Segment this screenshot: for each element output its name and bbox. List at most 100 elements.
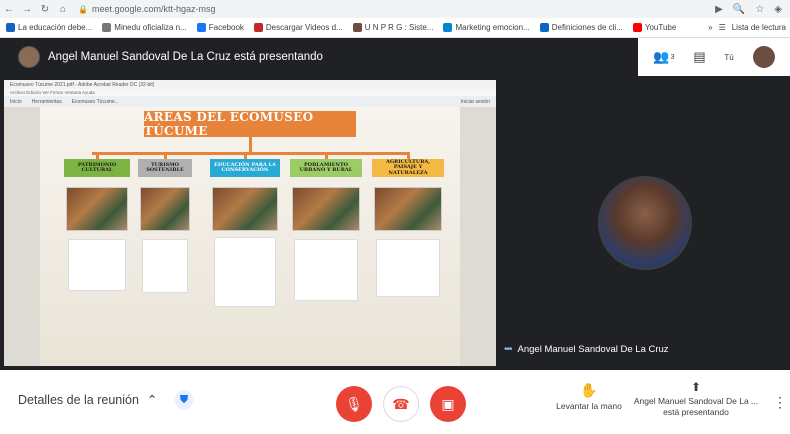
bookmark-label: La educación debe...	[18, 23, 93, 32]
participant-video-tile[interactable]	[598, 176, 692, 270]
home-icon[interactable]: ⌂	[54, 4, 72, 15]
bookmark-label: Minedu oficializa n...	[114, 23, 187, 32]
bookmark-item[interactable]: Definiciones de cli...	[539, 23, 623, 32]
slide-title: ÁREAS DEL ECOMUSEO TÚCUME	[144, 110, 356, 138]
camera-off-icon: ▣	[441, 395, 455, 412]
presenting-button[interactable]: ⬆ Angel Manuel Sandoval De La ... está p…	[632, 380, 760, 418]
forward-icon[interactable]: →	[18, 4, 36, 15]
meeting-details-label: Detalles de la reunión	[18, 392, 139, 407]
shared-tool-tab: Inicio	[10, 98, 22, 105]
participant-name: ••• Angel Manuel Sandoval De La Cruz	[504, 344, 669, 355]
bookmark-favicon-icon	[102, 23, 112, 32]
bookmark-label: Definiciones de cli...	[551, 23, 623, 32]
address-bar[interactable]: 🔒 meet.google.com/ktt-hgaz-msg	[78, 4, 216, 14]
browser-toolbar: ← → ↻ ⌂ 🔒 meet.google.com/ktt-hgaz-msg ▶…	[0, 0, 790, 18]
area-photo-collage	[212, 187, 278, 231]
star-icon[interactable]: ☆	[755, 4, 764, 15]
bookmark-item[interactable]: Marketing emocion...	[443, 23, 530, 32]
bookmarks-bar: La educación debe... Minedu oficializa n.…	[0, 18, 790, 38]
bookmark-item[interactable]: Minedu oficializa n...	[102, 23, 187, 32]
bookmark-item[interactable]: La educación debe...	[6, 23, 92, 32]
slide: ÁREAS DEL ECOMUSEO TÚCUME PATRIMONIO CUL…	[40, 107, 460, 366]
bookmark-favicon-icon	[539, 23, 549, 32]
lock-icon: 🔒	[78, 4, 88, 14]
org-connector	[249, 137, 252, 153]
area-category: AGRICULTURA, PAISAJE Y NATURALEZA	[372, 159, 444, 177]
bookmark-favicon-icon	[253, 23, 263, 32]
more-bookmarks-icon[interactable]: »	[708, 23, 712, 32]
present-screen-icon: ⬆	[690, 380, 702, 394]
bookmark-favicon-icon	[352, 23, 362, 32]
reading-list-label[interactable]: Lista de lectura	[732, 23, 786, 32]
leave-call-button[interactable]: ☎	[383, 386, 419, 422]
self-video-thumbnail[interactable]	[752, 46, 775, 68]
shared-tool-tab: Herramientas	[31, 98, 62, 105]
participants-button[interactable]: 👥 3	[653, 49, 674, 65]
microphone-off-button[interactable]: 🎙	[336, 386, 372, 422]
extension-icon[interactable]: ◈	[774, 4, 782, 15]
chat-button[interactable]: ▤	[693, 49, 705, 65]
meeting-stage: Angel Manuel Sandoval De La Cruz está pr…	[0, 38, 790, 370]
audio-indicator-icon: •••	[504, 344, 512, 355]
chevron-up-icon: ⌃	[146, 393, 158, 407]
raise-hand-button[interactable]: ✋ Levantar la mano	[553, 382, 625, 411]
area-category: EDUCACIÓN PARA LA CONSERVACIÓN	[210, 159, 280, 177]
participant-count: 3	[670, 53, 675, 61]
screen: ← → ↻ ⌂ 🔒 meet.google.com/ktt-hgaz-msg ▶…	[0, 0, 790, 434]
org-connector	[92, 152, 408, 155]
people-icon: 👥	[653, 49, 670, 64]
area-photo-collage	[374, 187, 442, 231]
bookmark-item[interactable]: YouTube	[632, 23, 677, 32]
bookmark-item[interactable]: U N P R G : Siste...	[352, 23, 434, 32]
bookmark-favicon-icon	[632, 23, 642, 32]
you-label: Tú	[724, 52, 734, 62]
area-category: TURISMO SOSTENIBLE	[138, 159, 192, 177]
area-category: PATRIMONIO CULTURAL	[64, 159, 130, 177]
bookmark-label: Marketing emocion...	[455, 23, 530, 32]
area-item-list	[214, 237, 276, 307]
presenting-label-line1: Angel Manuel Sandoval De La ...	[633, 395, 759, 406]
bookmark-item[interactable]: Descargar Videos d...	[253, 23, 343, 32]
camera-icon[interactable]: ▶	[715, 4, 723, 15]
reading-list-icon[interactable]: ☰	[719, 23, 726, 32]
shared-screen: Ecomuseo Túcume 2021.pdf - Adobe Acrobat…	[4, 80, 496, 366]
shared-window-tools: Inicio Herramientas Ecomuseo Túcume... Inic…	[4, 96, 496, 107]
sign-in-label: Iniciar sesión	[460, 98, 490, 105]
area-photo-collage	[292, 187, 360, 231]
hang-up-icon: ☎	[392, 395, 410, 412]
meeting-controls: Detalles de la reunión ⌃ ⛊ 🎙 ☎ ▣ ✋ Levan…	[0, 370, 790, 434]
chat-icon: ▤	[693, 49, 706, 64]
area-item-list	[376, 239, 440, 297]
bookmark-label: Facebook	[208, 23, 244, 32]
bookmark-favicon-icon	[196, 23, 206, 32]
top-right-panel: 👥 3 ▤ Tú	[638, 38, 790, 76]
area-photo-collage	[66, 187, 128, 231]
area-item-list	[68, 239, 126, 291]
security-shield-icon[interactable]: ⛊	[175, 390, 193, 410]
area-item-list	[142, 239, 188, 293]
zoom-icon[interactable]: 🔍	[733, 4, 745, 15]
microphone-off-icon: 🎙	[345, 395, 363, 412]
raise-hand-label: Levantar la mano	[556, 401, 622, 411]
more-options-icon[interactable]: ⋮	[773, 394, 787, 411]
camera-off-button[interactable]: ▣	[430, 386, 466, 422]
bookmark-label: Descargar Videos d...	[265, 23, 343, 32]
shared-tool-tab: Ecomuseo Túcume...	[71, 98, 119, 105]
area-photo-collage	[140, 187, 190, 231]
bookmark-favicon-icon	[6, 23, 15, 32]
reload-icon[interactable]: ↻	[36, 4, 54, 15]
shared-window-title: Ecomuseo Túcume 2021.pdf - Adobe Acrobat…	[4, 80, 496, 89]
area-item-list	[294, 239, 358, 301]
bookmark-favicon-icon	[443, 23, 453, 32]
hand-icon: ✋	[580, 382, 598, 398]
bookmark-label: YouTube	[644, 23, 677, 32]
presenter-avatar	[18, 46, 40, 68]
shared-window-menu: Archivo Edición Ver Firmar Ventana Ayuda	[4, 89, 496, 96]
presenting-label-line2: está presentando	[663, 406, 729, 417]
area-category: POBLAMIENTO URBANO Y RURAL	[290, 159, 362, 177]
meeting-details-button[interactable]: Detalles de la reunión ⌃	[18, 392, 158, 408]
participant-name-text: Angel Manuel Sandoval De La Cruz	[517, 344, 669, 355]
bookmark-item[interactable]: Facebook	[196, 23, 244, 32]
back-icon[interactable]: ←	[0, 4, 18, 15]
bookmark-label: U N P R G : Siste...	[364, 23, 434, 32]
